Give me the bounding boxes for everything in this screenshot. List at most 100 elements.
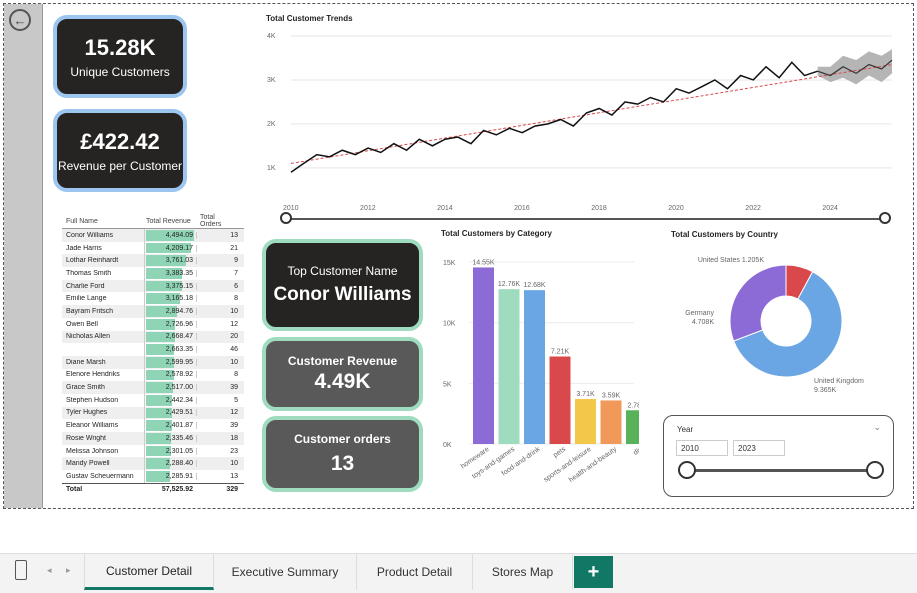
bar[interactable] xyxy=(575,398,596,444)
next-page-icon[interactable]: ▸ xyxy=(66,565,71,576)
bar[interactable] xyxy=(600,400,622,444)
cell-revenue-value: 2,578.92 xyxy=(165,371,193,379)
cell-name: Thomas Smith xyxy=(66,269,112,277)
chevron-down-icon[interactable]: ⌄ xyxy=(873,422,881,433)
table-row[interactable]: Eleanor Williams 2,401.87 39 xyxy=(62,419,244,432)
tab-product-detail[interactable]: Product Detail xyxy=(357,554,473,590)
cell-revenue-value: 3,761.03 xyxy=(165,257,193,265)
cell-orders: 46 xyxy=(196,346,242,354)
bar[interactable] xyxy=(626,410,639,444)
table-row[interactable]: Lothar Reinhardt 3,761.03 9 xyxy=(62,254,244,268)
table-row[interactable]: Gustav Scheuermann 2,285.91 13 xyxy=(62,470,244,483)
prev-page-icon[interactable]: ◂ xyxy=(47,565,52,576)
year-start-input[interactable]: 2010 xyxy=(676,440,728,456)
category-bar-chart[interactable]: 0K5K10K15K 14.55Khomeware12.76Ktoys-and-g… xyxy=(429,240,639,502)
series-line[interactable] xyxy=(290,61,818,173)
kpi-revenue-per-customer: £422.42 Revenue per Customer xyxy=(53,109,187,192)
table-row[interactable]: Nicholas Allen 2,668.47 20 xyxy=(62,330,244,344)
cell-revenue-value: 3,375.15 xyxy=(165,282,193,290)
cell-name: Melissa Johnson xyxy=(66,447,119,455)
cell-name: Conor Williams xyxy=(66,231,114,239)
col-header-revenue-label: Total Revenue xyxy=(146,217,191,225)
cell-revenue-value: 2,599.95 xyxy=(165,358,193,366)
x-tick-label: pets xyxy=(552,446,567,460)
cell-name: Charlie Ford xyxy=(66,282,105,290)
cell-orders: 21 xyxy=(196,244,242,252)
year-slider-start[interactable] xyxy=(678,461,696,479)
y-tick-label: 3K xyxy=(267,77,276,84)
x-tick-label: 2010 xyxy=(283,205,299,211)
cell-name: Gustav Scheuermann xyxy=(66,472,134,480)
bar[interactable] xyxy=(549,356,571,444)
bar[interactable] xyxy=(524,290,545,444)
table-row[interactable]: Melissa Johnson 2,301.05 23 xyxy=(62,444,244,458)
cell-revenue: 2,288.40 xyxy=(144,457,196,471)
table-row[interactable]: Conor Williams 4,494.09 13 xyxy=(62,229,244,242)
cell-name: Nicholas Allen xyxy=(66,333,110,341)
table-row[interactable]: Emilie Lange 3,165.18 8 xyxy=(62,292,244,306)
kpi-value: 4.49K xyxy=(314,370,371,393)
cell-revenue: 2,894.76 xyxy=(144,305,196,318)
col-header-name[interactable]: Full Name xyxy=(62,218,144,225)
cell-name: Tyler Hughes xyxy=(66,409,108,417)
date-range-slider-end[interactable] xyxy=(879,212,891,224)
table-row[interactable]: Bayram Fritsch 2,894.76 10 xyxy=(62,305,244,318)
tab-executive-summary[interactable]: Executive Summary xyxy=(214,554,357,590)
year-filter-card[interactable]: Year ⌄ 2010 2023 xyxy=(663,415,894,497)
kpi-customer-revenue: Customer Revenue 4.49K xyxy=(262,337,423,411)
tab-customer-detail[interactable]: Customer Detail xyxy=(84,554,214,590)
cell-name: Mandy Powell xyxy=(66,460,110,468)
cell-revenue: 2,663.35 xyxy=(144,343,196,356)
customer-trends-chart[interactable]: 1K 2K 3K 4K 2010 2012 2014 2016 2018 2020 2022 2024 xyxy=(254,26,894,211)
table-row[interactable]: Rosie Wright 2,335.46 18 xyxy=(62,432,244,445)
cell-revenue: 3,375.15 xyxy=(144,279,196,293)
table-row[interactable]: Stephen Hudson 2,442.34 5 xyxy=(62,393,244,407)
back-arrow-icon[interactable]: ← xyxy=(9,9,31,31)
cell-name: Diane Marsh xyxy=(66,358,106,366)
kpi-label: Top Customer Name xyxy=(287,264,398,278)
bar-data-label: 12.68K xyxy=(523,282,546,289)
kpi-unique-customers: 15.28K Unique Customers xyxy=(53,15,187,98)
cell-name: Eleanor Williams xyxy=(66,422,119,430)
table-row[interactable]: 2,663.35 46 xyxy=(62,343,244,356)
year-slider-end[interactable] xyxy=(866,461,884,479)
bar[interactable] xyxy=(473,267,494,444)
donut-slice[interactable] xyxy=(729,264,787,342)
cell-revenue-value: 3,383.35 xyxy=(165,269,193,277)
phone-icon[interactable] xyxy=(15,560,27,580)
x-tick-label: 2022 xyxy=(745,205,761,211)
cell-revenue-value: 2,429.51 xyxy=(165,409,193,417)
table-row[interactable]: Elenore Hendriks 2,578.92 8 xyxy=(62,368,244,382)
table-row[interactable]: Owen Bell 2,726.96 12 xyxy=(62,317,244,331)
bar[interactable] xyxy=(498,289,520,444)
year-end-input[interactable]: 2023 xyxy=(733,440,785,456)
total-orders: 329 xyxy=(226,486,238,494)
cell-orders: 10 xyxy=(196,358,242,366)
tab-stores-map[interactable]: Stores Map xyxy=(473,554,573,590)
table-row[interactable]: Charlie Ford 3,375.15 6 xyxy=(62,279,244,293)
col-header-orders[interactable]: Total Orders xyxy=(196,214,242,228)
cell-orders: 39 xyxy=(196,422,242,430)
table-row[interactable]: Grace Smith 2,517.00 39 xyxy=(62,381,244,394)
table-row[interactable]: Thomas Smith 3,383.35 7 xyxy=(62,267,244,280)
cell-orders: 12 xyxy=(196,320,242,328)
x-tick-label: 2018 xyxy=(591,205,607,211)
cell-revenue-value: 2,288.40 xyxy=(165,460,193,468)
customer-table[interactable]: Full Name Total Revenue Total Orders Con… xyxy=(62,214,244,496)
x-tick-label: 2014 xyxy=(437,205,453,211)
cell-orders: 5 xyxy=(196,396,242,404)
year-slider-track[interactable] xyxy=(686,469,876,472)
col-header-revenue[interactable]: Total Revenue xyxy=(144,214,196,228)
cell-revenue-value: 2,401.87 xyxy=(165,422,193,430)
table-row[interactable]: Jade Harris 4,209.17 21 xyxy=(62,241,244,255)
bar-chart-title: Total Customers by Category xyxy=(441,229,552,238)
date-range-slider-track[interactable] xyxy=(288,218,888,220)
cell-orders: 39 xyxy=(196,384,242,392)
country-donut-chart[interactable]: United States 1.205K Germany 4.708K United … xyxy=(664,242,904,402)
cell-revenue: 2,335.46 xyxy=(144,432,196,445)
date-range-slider-start[interactable] xyxy=(280,212,292,224)
table-row[interactable]: Tyler Hughes 2,429.51 12 xyxy=(62,406,244,420)
table-row[interactable]: Diane Marsh 2,599.95 10 xyxy=(62,355,244,369)
table-row[interactable]: Mandy Powell 2,288.40 10 xyxy=(62,457,244,471)
add-page-button[interactable]: + xyxy=(574,556,613,588)
